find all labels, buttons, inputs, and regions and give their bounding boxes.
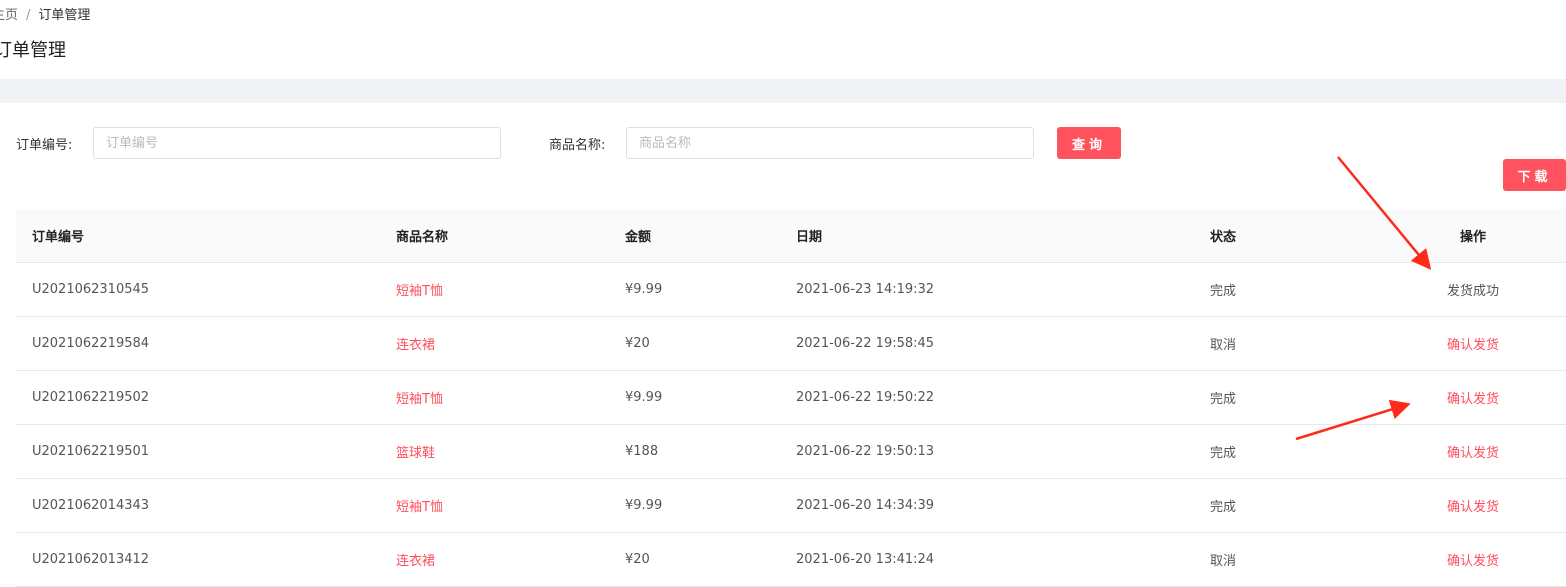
query-button[interactable]: 查询	[1057, 127, 1121, 159]
header-product: 商品名称	[396, 209, 625, 263]
date-cell: 2021-06-20 13:41:24	[796, 532, 1210, 587]
amount-cell: ¥188	[625, 424, 796, 479]
date-cell: 2021-06-23 14:19:32	[796, 262, 1210, 317]
table-row: U2021062219502 短袖T恤 ¥9.99 2021-06-22 19:50:…	[16, 370, 1566, 425]
page-title: 订单管理	[0, 40, 66, 61]
confirm-ship-link[interactable]: 确认发货	[1380, 370, 1566, 425]
amount-cell: ¥20	[625, 532, 796, 587]
status-cell: 完成	[1210, 262, 1380, 317]
table-row: U2021062219501 篮球鞋 ¥188 2021-06-22 19:50:13…	[16, 424, 1566, 479]
breadcrumb-separator: /	[26, 8, 31, 23]
breadcrumb-current: 订单管理	[38, 8, 91, 23]
order-id-cell: U2021062219584	[16, 316, 396, 371]
status-cell: 完成	[1210, 478, 1380, 533]
product-name-input[interactable]	[626, 127, 1034, 159]
product-link[interactable]: 连衣裙	[396, 532, 625, 587]
status-cell: 完成	[1210, 370, 1380, 425]
table-row: U2021062014343 短袖T恤 ¥9.99 2021-06-20 14:34:…	[16, 478, 1566, 533]
header-action: 操作	[1380, 209, 1566, 263]
date-cell: 2021-06-22 19:50:13	[796, 424, 1210, 479]
breadcrumb: 主页 / 订单管理	[0, 4, 90, 23]
table-row: U2021062013412 连衣裙 ¥20 2021-06-20 13:41:24 取…	[16, 532, 1566, 587]
header-amount: 金额	[625, 209, 796, 263]
amount-cell: ¥9.99	[625, 478, 796, 533]
confirm-ship-link[interactable]: 确认发货	[1380, 316, 1566, 371]
action-status: 发货成功	[1380, 262, 1566, 317]
order-id-label: 订单编号:	[16, 138, 73, 153]
header-date: 日期	[796, 209, 1210, 263]
divider-band	[0, 79, 1566, 103]
amount-cell: ¥9.99	[625, 262, 796, 317]
status-cell: 取消	[1210, 316, 1380, 371]
order-id-cell: U2021062013412	[16, 532, 396, 587]
confirm-ship-link[interactable]: 确认发货	[1380, 532, 1566, 587]
amount-cell: ¥9.99	[625, 370, 796, 425]
date-cell: 2021-06-22 19:58:45	[796, 316, 1210, 371]
status-cell: 完成	[1210, 424, 1380, 479]
product-link[interactable]: 短袖T恤	[396, 262, 625, 317]
order-id-input[interactable]	[93, 127, 501, 159]
date-cell: 2021-06-20 14:34:39	[796, 478, 1210, 533]
product-link[interactable]: 短袖T恤	[396, 478, 625, 533]
amount-cell: ¥20	[625, 316, 796, 371]
table-row: U2021062310545 短袖T恤 ¥9.99 2021-06-23 14:19:…	[16, 262, 1566, 317]
orders-table: 订单编号 商品名称 金额 日期 状态 操作 U2021062310545 短袖T恤…	[16, 209, 1566, 587]
confirm-ship-link[interactable]: 确认发货	[1380, 424, 1566, 479]
header-order-id: 订单编号	[16, 209, 396, 263]
order-id-cell: U2021062014343	[16, 478, 396, 533]
date-cell: 2021-06-22 19:50:22	[796, 370, 1210, 425]
product-link[interactable]: 短袖T恤	[396, 370, 625, 425]
order-id-cell: U2021062310545	[16, 262, 396, 317]
confirm-ship-link[interactable]: 确认发货	[1380, 478, 1566, 533]
breadcrumb-home[interactable]: 主页	[0, 8, 18, 23]
product-name-label: 商品名称:	[549, 138, 606, 153]
product-link[interactable]: 篮球鞋	[396, 424, 625, 479]
table-header: 订单编号 商品名称 金额 日期 状态 操作	[16, 209, 1566, 263]
order-id-cell: U2021062219501	[16, 424, 396, 479]
status-cell: 取消	[1210, 532, 1380, 587]
table-row: U2021062219584 连衣裙 ¥20 2021-06-22 19:58:45 取…	[16, 316, 1566, 371]
order-id-cell: U2021062219502	[16, 370, 396, 425]
header-status: 状态	[1210, 209, 1380, 263]
download-button[interactable]: 下载	[1503, 159, 1566, 191]
product-link[interactable]: 连衣裙	[396, 316, 625, 371]
